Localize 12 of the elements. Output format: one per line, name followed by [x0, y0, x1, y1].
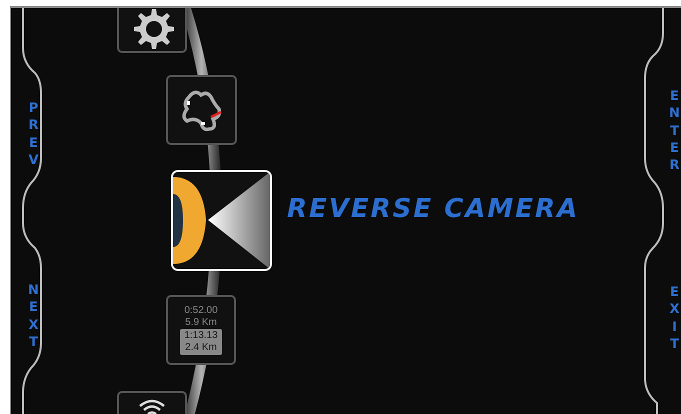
side-button[interactable]: ENTER [668, 88, 681, 174]
menu-item[interactable]: 0:52.00 5.9 Km 1:13.13 2.4 Km [166, 295, 236, 365]
side-button[interactable]: PREV [27, 100, 40, 170]
side-button[interactable]: NEXT [27, 282, 40, 352]
trip-text: 2.4 Km [185, 342, 217, 354]
trip-text: 0:52.00 [184, 305, 218, 317]
screen-title: REVERSE CAMERA [287, 194, 580, 224]
trip-text: 1:13.13 [184, 330, 218, 342]
side-button[interactable]: EXIT [668, 284, 681, 354]
reverse-camera-icon [173, 172, 270, 269]
trip-text: 5.9 Km [185, 317, 217, 329]
menu-item[interactable] [166, 75, 237, 145]
